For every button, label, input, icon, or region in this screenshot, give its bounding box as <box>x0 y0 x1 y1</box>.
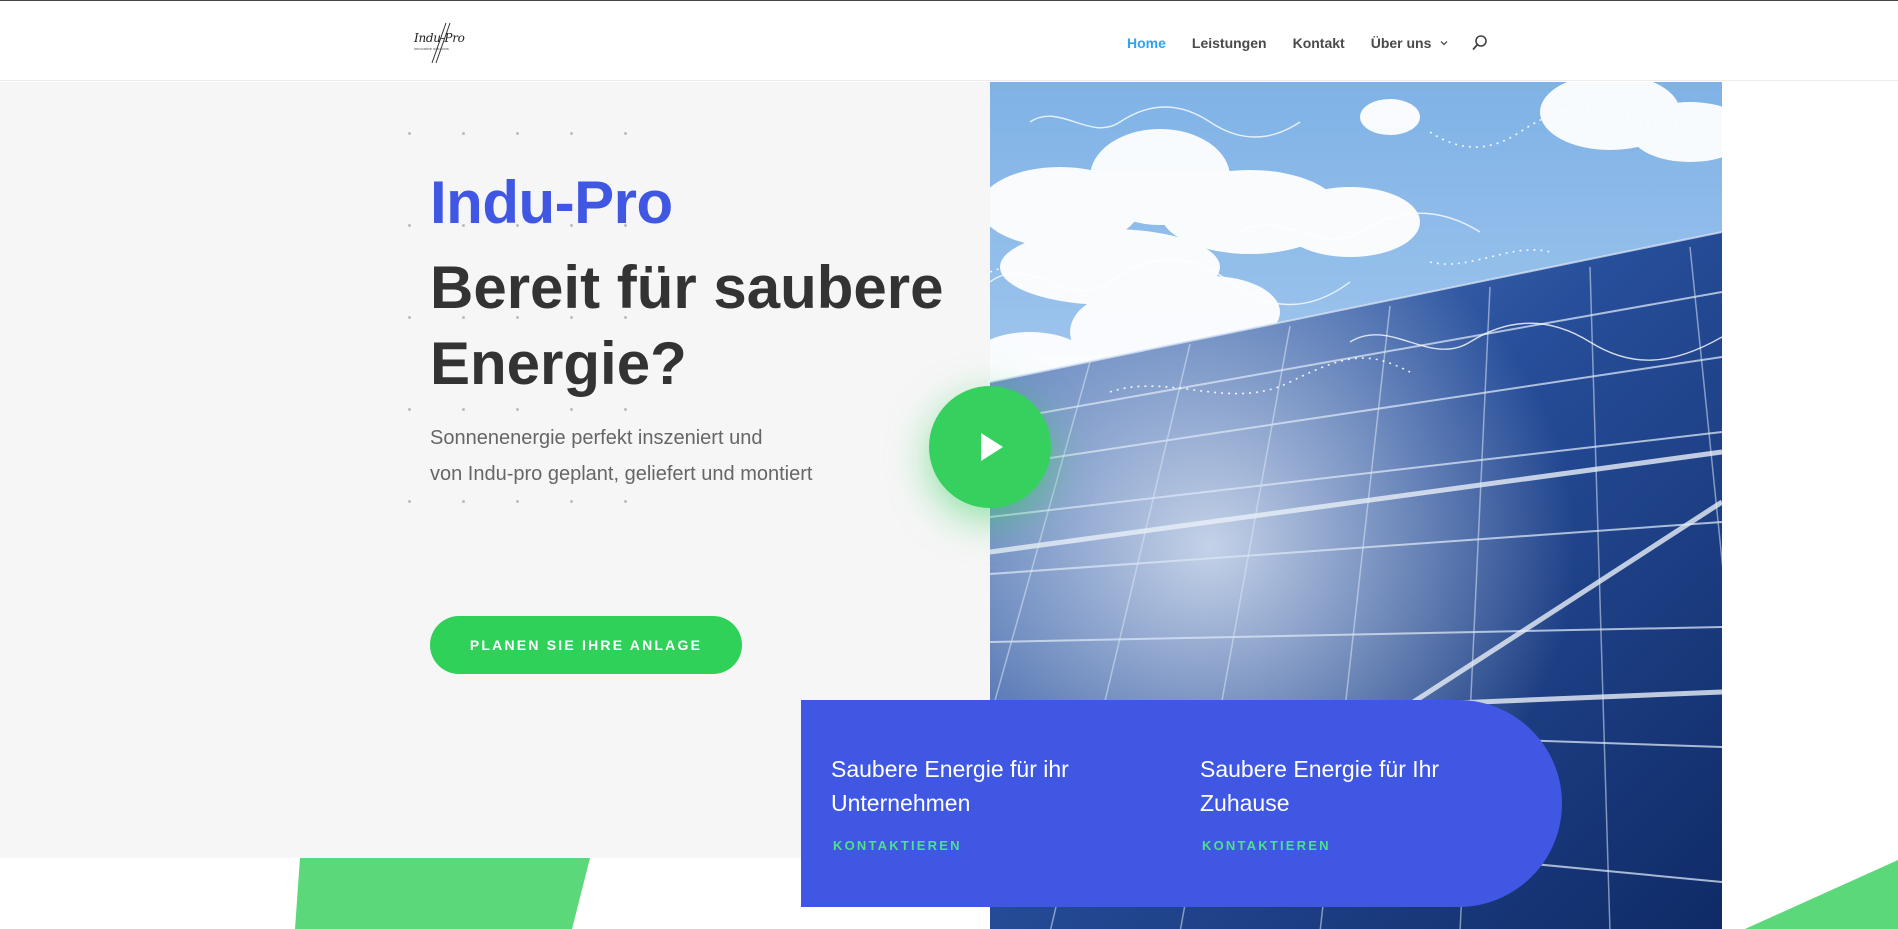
hero-subtitle-line1: Sonnenenergie perfekt inszeniert und <box>430 427 763 449</box>
site-header: Indu-Pro innovative solutions Home Leist… <box>0 1 1898 81</box>
grid-dot <box>516 500 519 503</box>
grid-dot <box>624 500 627 503</box>
home-energy-title: Saubere Energie für Ihr Zuhause <box>1200 756 1440 816</box>
nav-item-home[interactable]: Home <box>1127 35 1166 51</box>
logo-title: Indu-Pro <box>414 31 465 45</box>
site-logo[interactable]: Indu-Pro innovative solutions <box>412 21 468 65</box>
nav-item-kontakt[interactable]: Kontakt <box>1293 35 1345 51</box>
grid-dot <box>570 132 573 135</box>
grid-dot <box>570 408 573 411</box>
grid-dot <box>462 500 465 503</box>
play-video-button[interactable] <box>929 386 1051 508</box>
grid-dot <box>516 408 519 411</box>
grid-dot <box>462 132 465 135</box>
play-icon <box>981 433 1003 461</box>
grid-dot <box>516 132 519 135</box>
contact-link-business[interactable]: KONTAKTIEREN <box>833 838 1121 853</box>
grid-dot <box>570 500 573 503</box>
chevron-down-icon <box>1440 41 1448 46</box>
grid-dot <box>462 408 465 411</box>
grid-dot <box>624 408 627 411</box>
grid-dot <box>408 224 411 227</box>
grid-dot <box>624 132 627 135</box>
home-energy-column: Saubere Energie für Ihr Zuhause KONTAKTI… <box>1200 752 1490 853</box>
business-energy-column: Saubere Energie für ihr Unternehmen KONT… <box>831 752 1121 853</box>
hero-brand-title: Indu-Pro <box>430 169 673 236</box>
service-card: Saubere Energie für ihr Unternehmen KONT… <box>801 700 1562 907</box>
grid-dot <box>408 316 411 319</box>
nav-item-ueber-uns-label: Über uns <box>1370 35 1432 51</box>
grid-dot <box>408 408 411 411</box>
main-navigation: Home Leistungen Kontakt Über uns <box>1127 33 1489 53</box>
contact-link-home[interactable]: KONTAKTIEREN <box>1202 838 1490 853</box>
nav-item-leistungen[interactable]: Leistungen <box>1192 35 1267 51</box>
search-icon[interactable] <box>1471 34 1489 52</box>
hero-headline: Bereit für saubere Energie? <box>430 254 944 397</box>
logo-subtitle: innovative solutions <box>414 46 449 51</box>
business-energy-title: Saubere Energie für ihr Unternehmen <box>831 756 1069 816</box>
plan-system-button[interactable]: PLANEN SIE IHRE ANLAGE <box>430 616 742 674</box>
hero-subtitle: Sonnenenergie perfekt inszeniert und von… <box>430 420 890 492</box>
grid-dot <box>408 132 411 135</box>
hero-subtitle-line2: von Indu-pro geplant, geliefert und mont… <box>430 463 813 485</box>
nav-item-ueber-uns[interactable]: Über uns <box>1371 35 1450 51</box>
grid-dot <box>408 500 411 503</box>
